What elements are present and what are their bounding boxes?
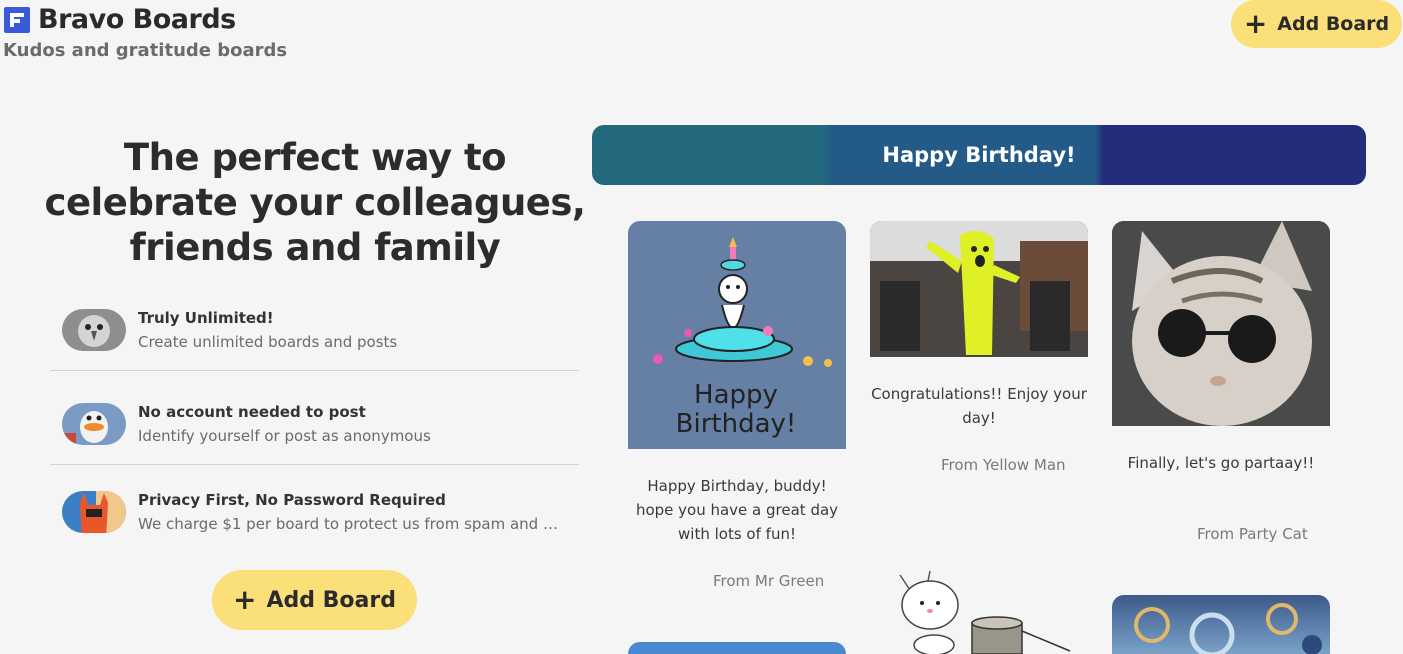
- hero-heading: The perfect way to celebrate your collea…: [40, 135, 590, 270]
- board-title-banner: Happy Birthday!: [592, 125, 1366, 185]
- card-message: Congratulations!! Enjoy your day!: [871, 385, 1087, 427]
- feature-title: Privacy First, No Password Required: [138, 491, 446, 509]
- feature-item: No account needed to post Identify yours…: [50, 384, 579, 465]
- card-message: Finally, let's go partaay!!: [1127, 454, 1315, 472]
- logo[interactable]: Bravo Boards: [4, 4, 236, 35]
- card-image-partial-photo: [1112, 595, 1330, 654]
- card-message: Happy Birthday, buddy! hope you have a g…: [635, 477, 839, 543]
- hero-line: The perfect way to: [123, 136, 507, 179]
- feature-desc: We charge $1 per board to protect us fro…: [138, 515, 558, 533]
- feature-title: No account needed to post: [138, 403, 366, 421]
- brand-name: Bravo Boards: [38, 4, 236, 35]
- card-image-party-cat: [1112, 221, 1330, 426]
- feature-item: Privacy First, No Password Required We c…: [50, 472, 579, 552]
- add-board-button[interactable]: + Add Board: [212, 570, 417, 630]
- card-image-text: Happy: [694, 380, 778, 410]
- card-image-partial: [628, 642, 846, 654]
- plus-icon: +: [233, 583, 257, 616]
- card-image-birthday: Happy Birthday!: [628, 221, 846, 449]
- hero-line: celebrate your colleagues,: [44, 181, 586, 224]
- card-from: From Yellow Man: [941, 456, 1066, 474]
- card-from: From Mr Green: [713, 572, 825, 590]
- feature-item: Truly Unlimited! Create unlimited boards…: [50, 290, 579, 371]
- card-image-yellow-man: [870, 221, 1088, 357]
- feature-desc: Create unlimited boards and posts: [138, 333, 398, 351]
- feature-image-monster: [62, 491, 126, 533]
- feature-image-bird: [62, 309, 126, 351]
- card-from: From Party Cat: [1197, 525, 1308, 543]
- add-board-label: Add Board: [1277, 13, 1390, 35]
- card-image-text: Birthday!: [676, 409, 797, 439]
- feature-title: Truly Unlimited!: [138, 309, 274, 327]
- feature-image-duck: [62, 403, 126, 445]
- board-title: Happy Birthday!: [882, 143, 1076, 167]
- add-board-button-header[interactable]: + Add Board: [1231, 0, 1402, 48]
- plus-icon: +: [1243, 7, 1268, 40]
- hero-line: friends and family: [129, 226, 501, 269]
- add-board-label: Add Board: [266, 587, 396, 613]
- logo-icon: [4, 6, 30, 33]
- tagline: Kudos and gratitude boards: [3, 40, 288, 61]
- feature-desc: Identify yourself or post as anonymous: [138, 427, 431, 445]
- card-image-cat-sketch: [890, 565, 1090, 654]
